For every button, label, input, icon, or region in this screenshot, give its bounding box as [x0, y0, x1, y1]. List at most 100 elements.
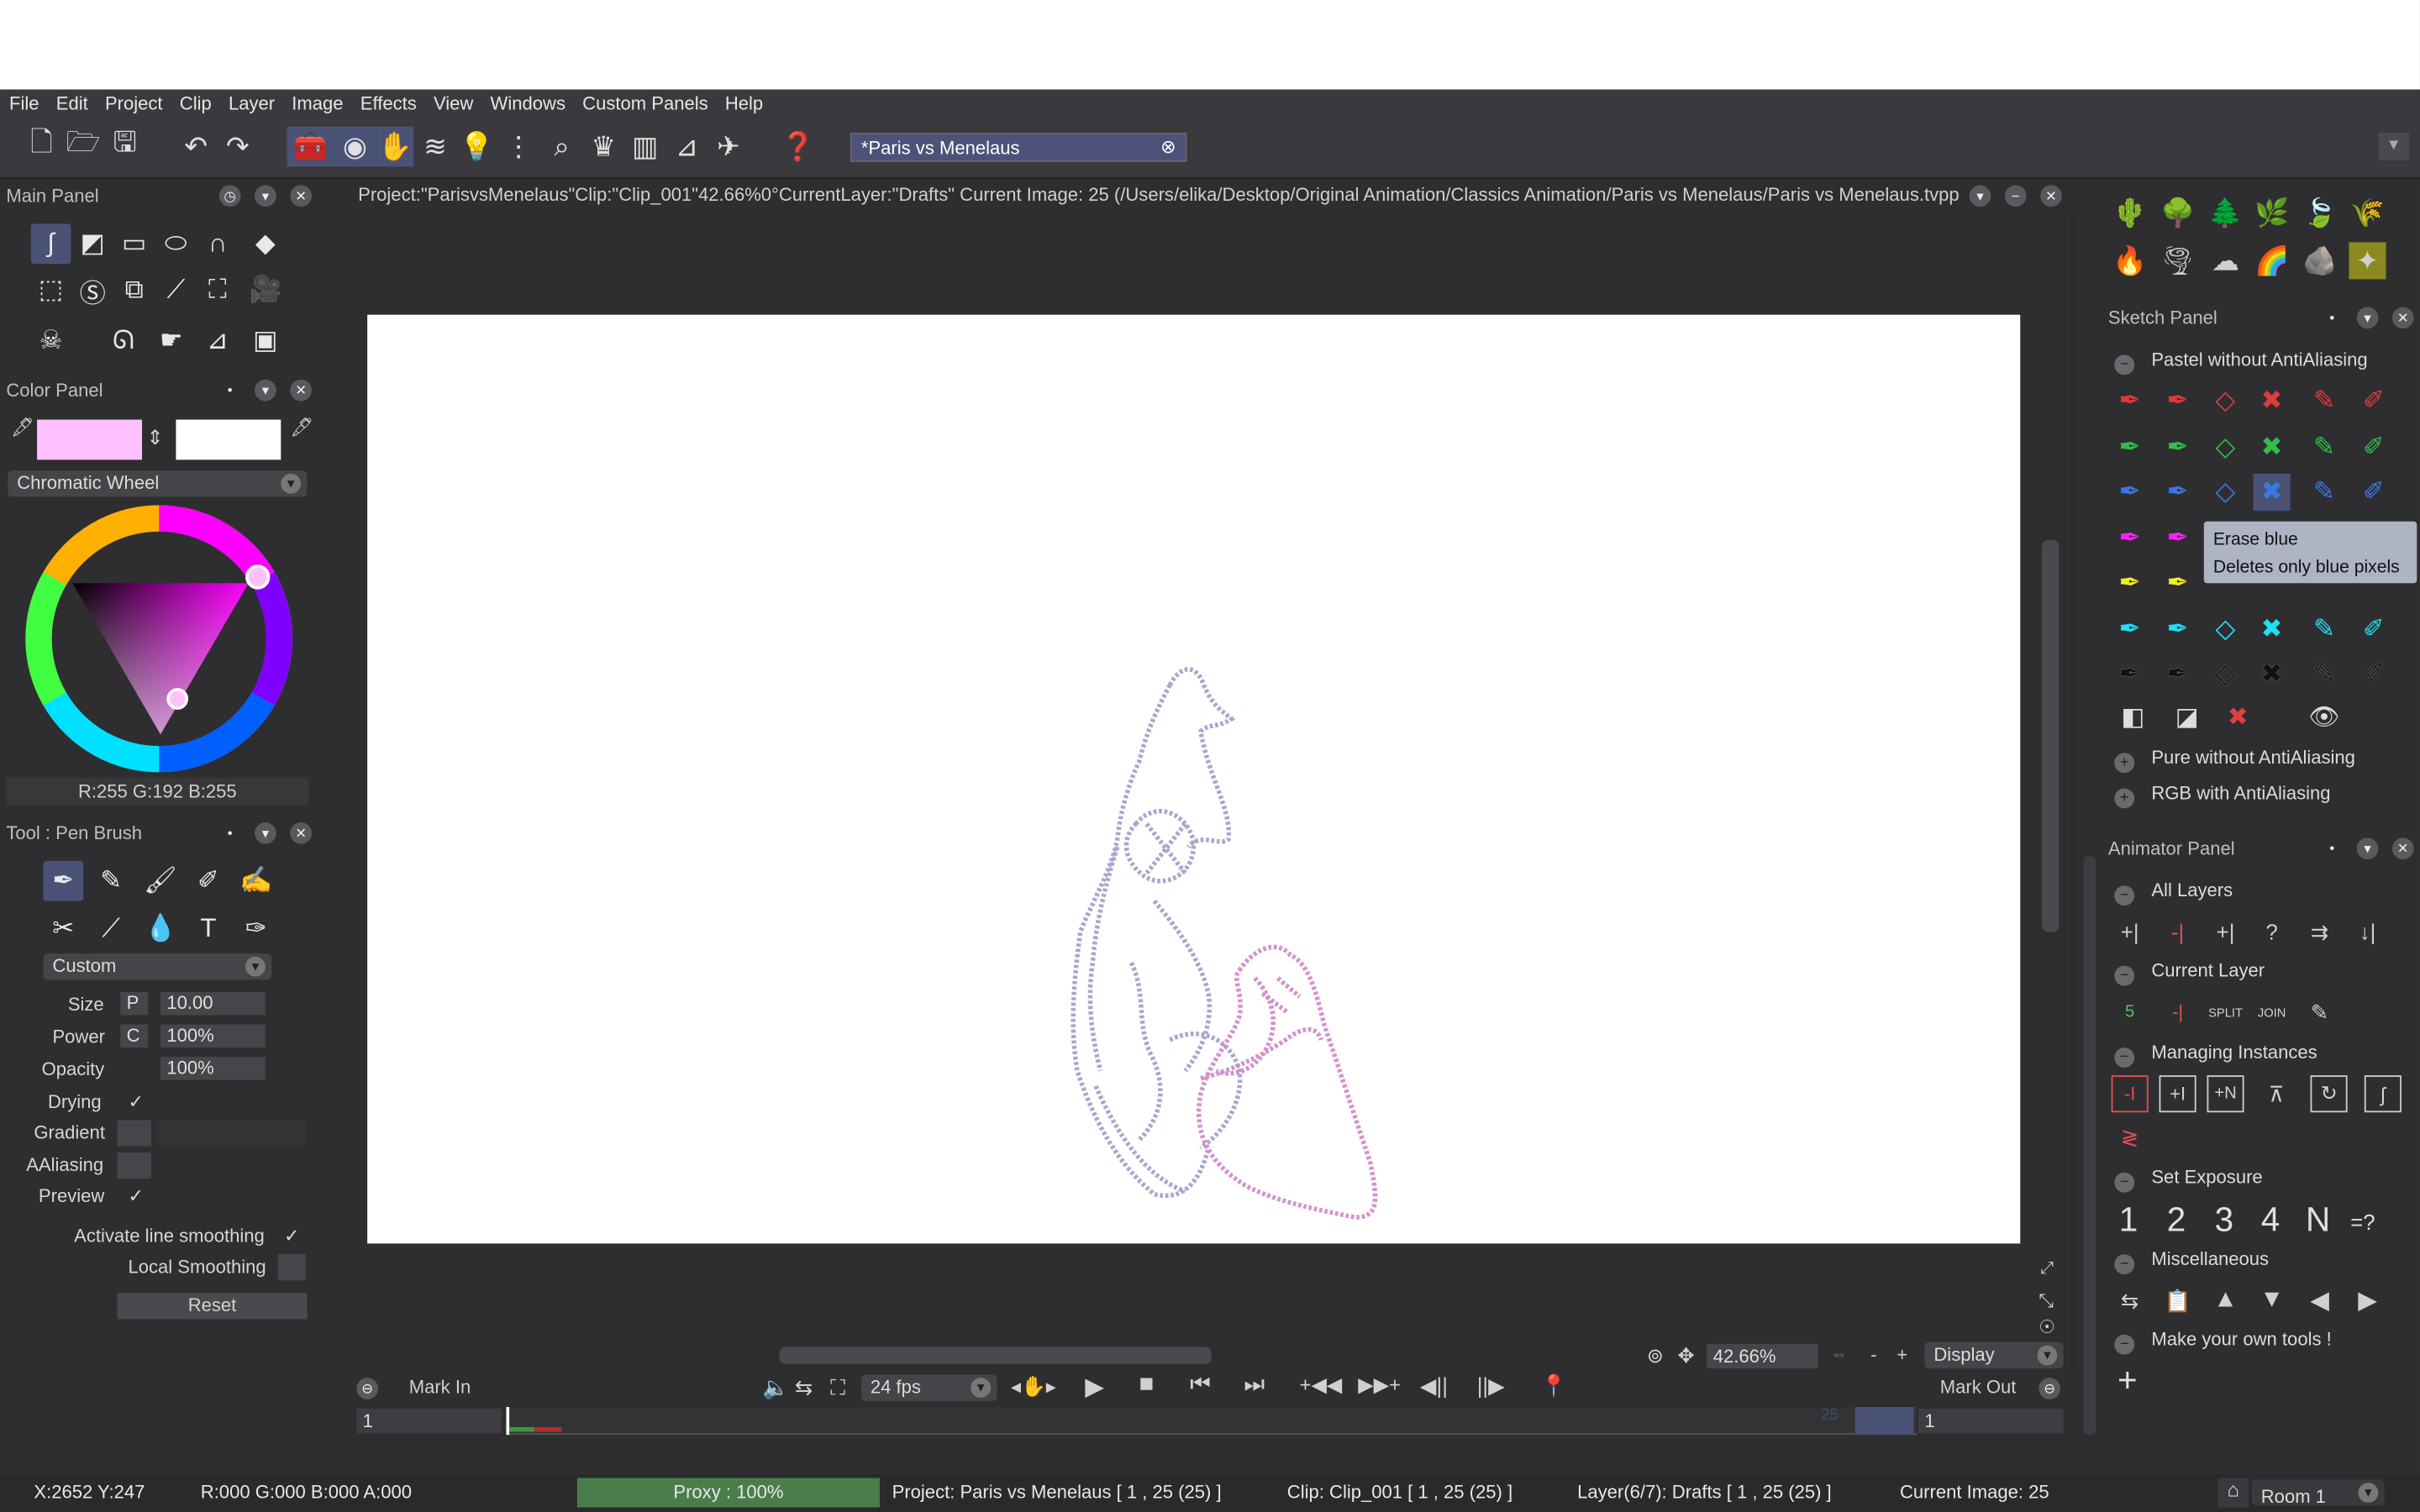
insert-image-all-icon[interactable]: +|: [2207, 913, 2244, 950]
stop-icon[interactable]: ■: [1139, 1372, 1154, 1399]
panel-pin-icon[interactable]: ◷: [218, 185, 241, 207]
panel-close-icon[interactable]: ✕: [2040, 185, 2062, 207]
add-instance-all-icon[interactable]: +|: [2112, 913, 2149, 950]
fit-icon[interactable]: ⤢: [2040, 1259, 2054, 1279]
library-icon[interactable]: ▥: [627, 127, 664, 167]
toolbar-dropdown-icon[interactable]: ▼: [2378, 132, 2410, 161]
panel-dot-icon[interactable]: •: [2321, 307, 2343, 329]
panel-collapse-icon[interactable]: ▾: [255, 822, 276, 844]
cyan-fill-icon[interactable]: ◇: [2207, 610, 2244, 647]
panel-close-icon[interactable]: ✕: [290, 822, 313, 844]
display-select[interactable]: Display ▼: [1924, 1341, 2064, 1369]
panel-collapse-icon[interactable]: ▾: [255, 379, 276, 402]
cyan-eraser-icon[interactable]: ✐: [2355, 610, 2392, 647]
panel-dot-icon[interactable]: •: [2321, 837, 2343, 859]
menu-help[interactable]: Help: [716, 92, 763, 114]
menu-edit[interactable]: Edit: [47, 92, 88, 114]
scrub-hand-icon[interactable]: ◂✋▸: [1011, 1374, 1056, 1399]
mark-out-field[interactable]: 1: [1918, 1408, 2064, 1434]
rgb-group-header[interactable]: + RGB with AntiAliasing: [2114, 782, 2331, 809]
panel-dot-icon[interactable]: •: [219, 822, 241, 844]
preview-checkbox[interactable]: ✓: [128, 1185, 143, 1207]
camera-icon[interactable]: 🎥: [245, 270, 286, 310]
cactus-icon[interactable]: 🌵: [2112, 194, 2149, 231]
timeline-icon[interactable]: ⋮: [500, 127, 537, 167]
cyan-erase-tool-icon[interactable]: ✎: [2306, 610, 2343, 647]
fire-icon[interactable]: 🔥: [2112, 242, 2149, 279]
secondary-color-swatch[interactable]: [176, 419, 281, 460]
mark-in-field[interactable]: 1: [356, 1408, 502, 1434]
swap-colors-icon[interactable]: ⇕: [146, 426, 163, 450]
expand-icon[interactable]: ⤡: [2039, 1289, 2054, 1313]
special-brush-icon[interactable]: ✑: [236, 909, 276, 949]
brush-icon[interactable]: 🖌: [140, 861, 181, 901]
panel-close-icon[interactable]: ✕: [2391, 837, 2414, 860]
green-cross-icon[interactable]: ✖: [2254, 428, 2291, 465]
multicolor-cross-icon[interactable]: ✖: [2219, 699, 2256, 736]
menu-file[interactable]: File: [0, 92, 39, 114]
vertical-scrollbar[interactable]: [2041, 539, 2060, 932]
green-pencil-icon[interactable]: ✒: [2160, 428, 2196, 465]
menu-custom-panels[interactable]: Custom Panels: [573, 92, 708, 114]
reset-button[interactable]: Reset: [117, 1293, 308, 1320]
move-down-icon[interactable]: ↓|: [2349, 913, 2386, 950]
black-cross-icon[interactable]: ✖: [2254, 656, 2291, 693]
lightbulb-icon[interactable]: 💡: [458, 127, 495, 167]
remove-instance-all-icon[interactable]: -|: [2160, 913, 2196, 950]
tree-icon[interactable]: 🌳: [2160, 194, 2196, 231]
red-eraser-icon[interactable]: ✐: [2355, 383, 2392, 420]
step-forward-icon[interactable]: ||▶: [1477, 1373, 1505, 1399]
panel-close-icon[interactable]: ✕: [290, 185, 313, 207]
fill-icon[interactable]: 💧: [140, 909, 181, 949]
panel-collapse-icon[interactable]: ▾: [2356, 837, 2379, 860]
menu-view[interactable]: View: [424, 92, 473, 114]
hierarchy-icon[interactable]: ⊼: [2258, 1075, 2295, 1112]
zigzag-icon[interactable]: ʃ: [2364, 1075, 2402, 1113]
menu-image[interactable]: Image: [282, 92, 343, 114]
black-pen-icon[interactable]: ✒: [2112, 656, 2149, 693]
rainbow-icon[interactable]: 🌈: [2254, 242, 2291, 279]
user-icon[interactable]: ☉: [2039, 1316, 2055, 1338]
menu-clip[interactable]: Clip: [171, 92, 212, 114]
next-frame-icon[interactable]: ▶▶+: [1358, 1373, 1401, 1398]
opacity-field[interactable]: 100%: [160, 1057, 266, 1080]
add-exposure-icon[interactable]: 5: [2112, 994, 2149, 1031]
exposure-n-button[interactable]: N: [2306, 1200, 2330, 1241]
hand-tool-icon[interactable]: ✋: [376, 127, 413, 167]
red-pen-icon[interactable]: ✒: [2112, 383, 2149, 420]
eraser-icon[interactable]: ◆: [245, 223, 286, 264]
exposure-custom-button[interactable]: =?: [2350, 1210, 2375, 1234]
blue-pencil-icon[interactable]: ✒: [2160, 474, 2196, 511]
exposure-1-button[interactable]: 1: [2119, 1200, 2138, 1241]
transform-icon[interactable]: ⧉: [114, 270, 155, 310]
airbrush-icon[interactable]: ✍: [236, 861, 276, 901]
home-icon[interactable]: ⌂: [2217, 1478, 2249, 1508]
chromatic-wheel[interactable]: [24, 503, 295, 774]
yellow-pencil-icon[interactable]: ✒: [2160, 564, 2196, 601]
first-frame-icon[interactable]: ⏮: [1190, 1372, 1211, 1398]
panel-collapse-icon[interactable]: ▾: [255, 185, 276, 207]
panel-collapse-icon[interactable]: ▾: [2356, 307, 2379, 329]
size-field[interactable]: 10.00: [160, 991, 266, 1016]
text-icon[interactable]: T: [188, 909, 229, 949]
step-back-icon[interactable]: ◀||: [1420, 1373, 1448, 1399]
panel-collapse-icon[interactable]: ▾: [1969, 185, 1991, 207]
blue-erase-tool-icon[interactable]: ✎: [2306, 474, 2343, 511]
horizontal-scrollbar[interactable]: [779, 1347, 1212, 1364]
panel-close-icon[interactable]: ✕: [2391, 307, 2414, 329]
menu-windows[interactable]: Windows: [481, 92, 566, 114]
aaliasing-checkbox[interactable]: [117, 1152, 151, 1179]
black-erase-tool-icon[interactable]: ✎: [2306, 656, 2343, 693]
arrow-left-icon[interactable]: ◀: [2302, 1282, 2338, 1319]
arrow-right-icon[interactable]: ▶: [2349, 1282, 2386, 1319]
knife-icon[interactable]: ⟋: [91, 909, 131, 949]
exposure-4-button[interactable]: 4: [2261, 1200, 2280, 1241]
pencil-icon[interactable]: ✎: [91, 861, 131, 901]
black-pencil-icon[interactable]: ✒: [2160, 656, 2196, 693]
loop-icon[interactable]: ⇆: [795, 1374, 813, 1400]
right-scrollbar[interactable]: [2083, 856, 2096, 1436]
skull-icon[interactable]: ☠: [31, 321, 71, 361]
last-frame-icon[interactable]: ⏭: [1244, 1372, 1265, 1398]
red-fill-icon[interactable]: ◇: [2207, 383, 2244, 420]
arc-icon[interactable]: ∩: [197, 223, 238, 264]
